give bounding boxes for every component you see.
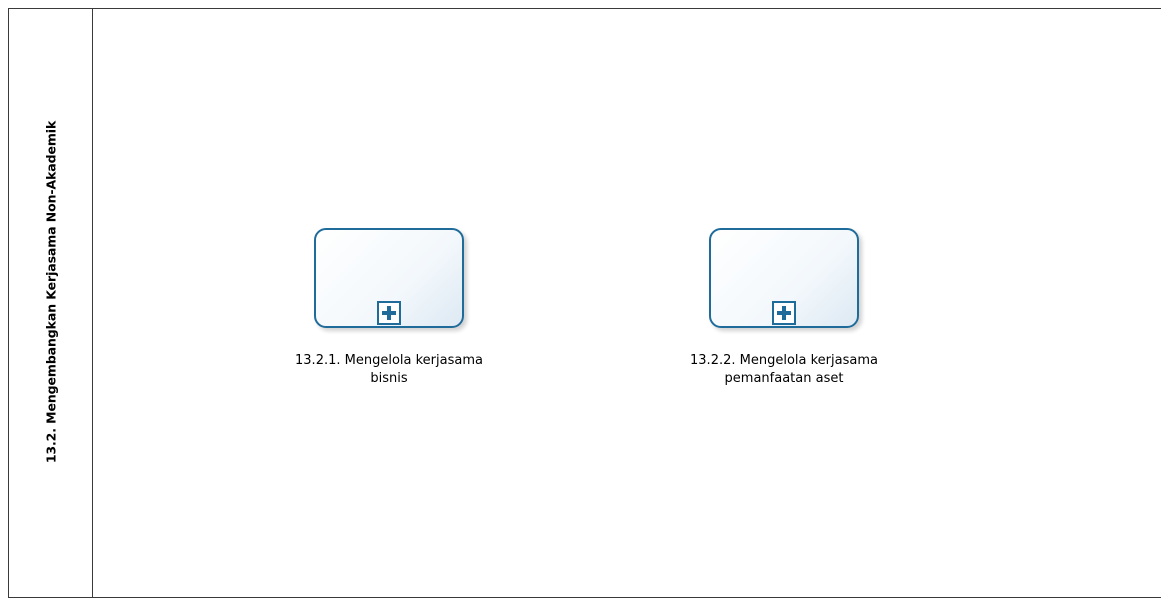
subprocess-expand-marker[interactable] xyxy=(377,301,401,325)
task-label-line: 13.2.1. Mengelola kerjasama xyxy=(295,353,483,368)
task-label-2: 13.2.2. Mengelola kerjasama pemanfaatan … xyxy=(634,352,934,388)
task-label-line: 13.2.2. Mengelola kerjasama xyxy=(690,353,878,368)
subprocess-task-mengelola-kerjasama-bisnis[interactable] xyxy=(314,228,464,328)
task-label-1: 13.2.1. Mengelola kerjasama bisnis xyxy=(239,352,539,388)
pool: 13.2. Mengembangkan Kerjasama Non-Akadem… xyxy=(8,8,1161,598)
subprocess-expand-marker[interactable] xyxy=(772,301,796,325)
task-label-line: pemanfaatan aset xyxy=(724,371,844,386)
lane-title: 13.2. Mengembangkan Kerjasama Non-Akadem… xyxy=(43,120,59,464)
lane-header[interactable]: 13.2. Mengembangkan Kerjasama Non-Akadem… xyxy=(9,9,93,597)
subprocess-task-mengelola-kerjasama-pemanfaatan-aset[interactable] xyxy=(709,228,859,328)
task-label-line: bisnis xyxy=(370,371,408,386)
